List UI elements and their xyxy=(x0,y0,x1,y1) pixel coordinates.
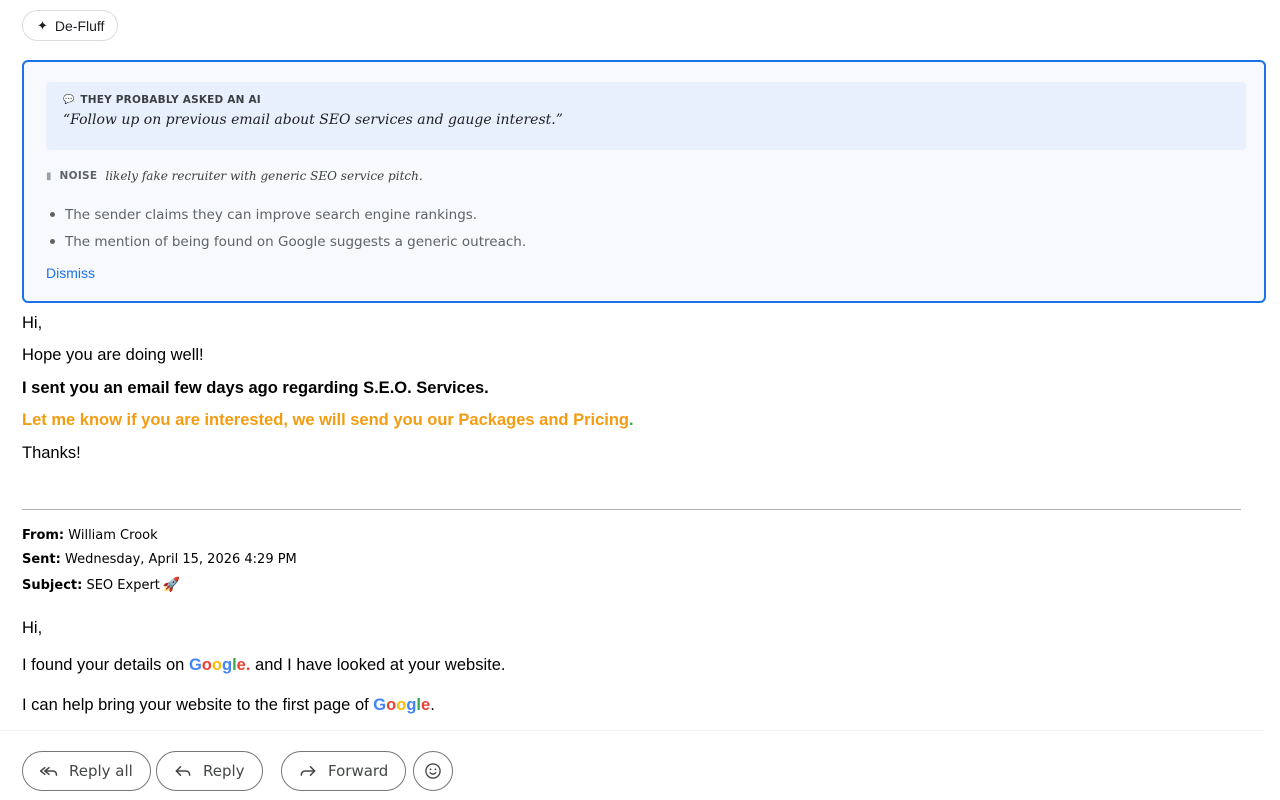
de-fluff-label: De-Fluff xyxy=(54,17,105,34)
email-line-bold: I sent you an email few days ago regardi… xyxy=(22,379,489,397)
de-fluff-button[interactable]: ✦ De-Fluff xyxy=(22,10,119,41)
quoted-subject: Subject: SEO Expert 🚀 xyxy=(22,577,181,593)
reply-all-icon xyxy=(39,766,58,776)
analysis-panel: 💬 THEY PROBABLY ASKED AN AI “Follow up o… xyxy=(22,60,1266,303)
forward-icon xyxy=(300,766,316,776)
bullet-icon xyxy=(50,212,55,217)
noise-row: ▮ NOISE likely fake recruiter with gener… xyxy=(46,169,423,183)
speech-bubble-icon: 💬 xyxy=(63,95,75,105)
quote-divider xyxy=(22,509,1241,510)
dismiss-link[interactable]: Dismiss xyxy=(46,265,95,281)
noise-text: likely fake recruiter with generic SEO s… xyxy=(105,169,423,183)
email-line-highlight: Let me know if you are interested, we wi… xyxy=(22,411,634,429)
reply-all-button[interactable]: Reply all xyxy=(22,751,151,791)
forward-button[interactable]: Forward xyxy=(281,751,407,791)
email-signoff: Thanks! xyxy=(22,444,81,462)
quoted-from: From: William Crook xyxy=(22,528,158,543)
ai-summary-box: 💬 THEY PROBABLY ASKED AN AI “Follow up o… xyxy=(46,82,1246,150)
list-item: The mention of being found on Google sug… xyxy=(46,228,526,255)
list-item: The sender claims they can improve searc… xyxy=(46,201,526,228)
rocket-icon: 🚀 xyxy=(162,577,181,593)
trash-icon: ▮ xyxy=(46,170,52,182)
sparkle-icon: ✦ xyxy=(37,17,48,33)
analysis-bullets: The sender claims they can improve searc… xyxy=(46,201,526,255)
email-line: Hope you are doing well! xyxy=(22,346,204,364)
google-logo-text: Google xyxy=(188,656,246,674)
emoji-reaction-button[interactable] xyxy=(413,751,453,791)
quoted-line: I found your details on Google. and I ha… xyxy=(22,656,506,674)
google-logo-text: Google xyxy=(373,696,431,714)
reply-button[interactable]: Reply xyxy=(156,751,263,791)
noise-label: NOISE xyxy=(59,170,98,182)
message-actions: Reply all Reply Forward xyxy=(0,730,1264,800)
quoted-line: I can help bring your website to the fir… xyxy=(22,696,435,714)
quoted-sent: Sent: Wednesday, April 15, 2026 4:29 PM xyxy=(22,552,297,567)
ai-heading: THEY PROBABLY ASKED AN AI xyxy=(80,94,261,106)
bullet-icon xyxy=(50,239,55,244)
ai-quote: “Follow up on previous email about SEO s… xyxy=(63,112,563,128)
smiley-icon xyxy=(425,763,441,779)
email-greeting: Hi, xyxy=(22,314,43,332)
reply-icon xyxy=(175,766,191,776)
quoted-greeting: Hi, xyxy=(22,619,43,637)
